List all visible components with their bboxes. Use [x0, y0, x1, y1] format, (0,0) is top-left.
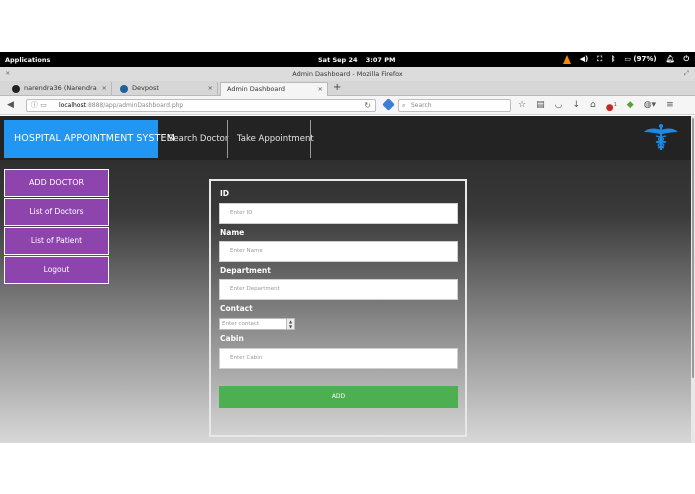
battery-percent: (97%) — [633, 55, 657, 63]
cabin-field[interactable]: Enter Cabin — [219, 348, 458, 369]
battery-icon: ▭ — [624, 55, 631, 63]
android-icon[interactable]: ◆ — [627, 99, 634, 114]
reading-list-icon[interactable]: ▤ — [536, 99, 545, 114]
new-tab-button[interactable]: + — [333, 81, 341, 95]
list-of-doctors-button[interactable]: List of Doctors — [4, 198, 109, 226]
nav-take-appointment[interactable]: Take Appointment — [237, 120, 314, 158]
navigation-toolbar: ◀ ⓘ ▭ localhost:8888/app/adminDashboard.… — [0, 96, 695, 115]
vlc-icon[interactable] — [562, 55, 571, 64]
battery-indicator[interactable]: ▭ (97%) — [624, 54, 656, 65]
globe-icon[interactable]: ◍▾ — [644, 99, 656, 114]
github-icon — [12, 85, 20, 93]
extension-icon[interactable] — [382, 98, 395, 111]
caduceus-icon — [644, 124, 678, 150]
name-field[interactable]: Enter Name — [219, 241, 458, 262]
network-icon[interactable]: ⛶ — [597, 54, 602, 65]
url-bar[interactable]: ⓘ ▭ localhost:8888/app/adminDashboard.ph… — [26, 99, 376, 112]
clock-time: 3:07 PM — [365, 56, 396, 64]
tab-label: Devpost — [132, 84, 159, 92]
system-tray: ◀) ⛶ ᛒ ▭ (97%) 🔔︎ ⏻ — [562, 54, 689, 65]
add-doctor-button[interactable]: ADD DOCTOR — [4, 169, 109, 197]
number-spinner[interactable]: ▲ ▼ — [286, 319, 294, 329]
bluetooth-icon[interactable]: ᛒ — [611, 54, 615, 65]
tab-label: Admin Dashboard — [227, 85, 286, 93]
nav-search-doctor[interactable]: Search Doctor — [168, 120, 228, 158]
reload-icon[interactable]: ↻ — [364, 100, 371, 111]
url-host: localhost — [59, 102, 86, 109]
brand-link[interactable]: HOSPITAL APPOINTMENT SYSTEM — [4, 120, 175, 158]
clock-date: Sat Sep 24 — [318, 56, 358, 64]
clock[interactable]: Sat Sep 24 3:07 PM — [318, 56, 395, 64]
department-field[interactable]: Enter Department — [219, 279, 458, 300]
tab-admin-dashboard[interactable]: Admin Dashboard × — [220, 82, 328, 96]
add-doctor-form: ID Enter ID Name Enter Name Department E… — [209, 179, 467, 437]
site-header: HOSPITAL APPOINTMENT SYSTEM Search Docto… — [0, 116, 691, 160]
addon-badge-count: 1 — [613, 102, 617, 108]
nav-divider — [227, 120, 228, 158]
addon-badge-icon[interactable]: ●1 — [606, 99, 617, 114]
toolbar-icons: ☆ ▤ ◡ ↓ ⌂ ●1 ◆ ◍▾ ≡ — [518, 99, 674, 114]
pocket-icon[interactable]: ◡ — [555, 99, 563, 114]
add-button[interactable]: ADD — [219, 386, 458, 408]
admin-sidebar: ADD DOCTOR List of Doctors List of Patie… — [4, 169, 109, 285]
tab-devpost[interactable]: Devpost × — [114, 82, 218, 96]
tab-strip: narendra36 (Narendra Do… × Devpost × Adm… — [0, 81, 695, 96]
contact-label: Contact — [220, 304, 253, 313]
scrollbar-thumb[interactable] — [692, 118, 694, 378]
list-of-patient-button[interactable]: List of Patient — [4, 227, 109, 255]
window-title-bar: × Admin Dashboard - Mozilla Firefox ⤢ — [0, 67, 695, 81]
power-icon[interactable]: ⏻ — [683, 54, 689, 65]
tab-label: narendra36 (Narendra Do… — [24, 84, 97, 92]
tab-close-icon[interactable]: × — [208, 82, 213, 95]
search-input[interactable]: ⌕ Search — [398, 99, 511, 112]
tab-close-icon[interactable]: × — [102, 82, 107, 95]
screen: Applications Sat Sep 24 3:07 PM ◀) ⛶ ᛒ ▭… — [0, 0, 695, 494]
contact-placeholder: Enter contact — [222, 321, 260, 327]
volume-icon[interactable]: ◀) — [580, 54, 589, 65]
applications-menu[interactable]: Applications — [5, 56, 50, 64]
downloads-icon[interactable]: ↓ — [572, 99, 580, 114]
system-top-bar: Applications Sat Sep 24 3:07 PM ◀) ⛶ ᛒ ▭… — [0, 52, 695, 67]
nav-divider — [310, 120, 311, 158]
notifications-icon[interactable]: 🔔︎ — [666, 54, 675, 65]
id-label: ID — [220, 189, 230, 198]
tab-github[interactable]: narendra36 (Narendra Do… × — [6, 82, 112, 96]
devpost-icon — [120, 85, 128, 93]
menu-icon[interactable]: ≡ — [666, 99, 674, 114]
name-label: Name — [220, 228, 245, 237]
page-scrollbar[interactable] — [691, 116, 695, 443]
window-title: Admin Dashboard - Mozilla Firefox — [292, 70, 403, 78]
url-path: :8888/app/adminDashboard.php — [85, 102, 184, 109]
logout-button[interactable]: Logout — [4, 256, 109, 284]
cabin-label: Cabin — [220, 334, 244, 343]
site-info-icon[interactable]: ⓘ ▭ — [31, 100, 47, 111]
tab-close-icon[interactable]: × — [318, 83, 323, 96]
search-icon: ⌕ — [402, 102, 406, 109]
contact-field[interactable]: Enter contact ▲ ▼ — [219, 318, 295, 330]
id-field[interactable]: Enter ID — [219, 203, 458, 224]
page-content: HOSPITAL APPOINTMENT SYSTEM Search Docto… — [0, 116, 691, 443]
home-icon[interactable]: ⌂ — [590, 99, 596, 114]
search-placeholder: Search — [411, 102, 432, 109]
back-button[interactable]: ◀ — [7, 99, 14, 111]
window-maximize-icon[interactable]: ⤢ — [684, 69, 689, 78]
bookmark-star-icon[interactable]: ☆ — [518, 99, 526, 114]
department-label: Department — [220, 266, 271, 275]
